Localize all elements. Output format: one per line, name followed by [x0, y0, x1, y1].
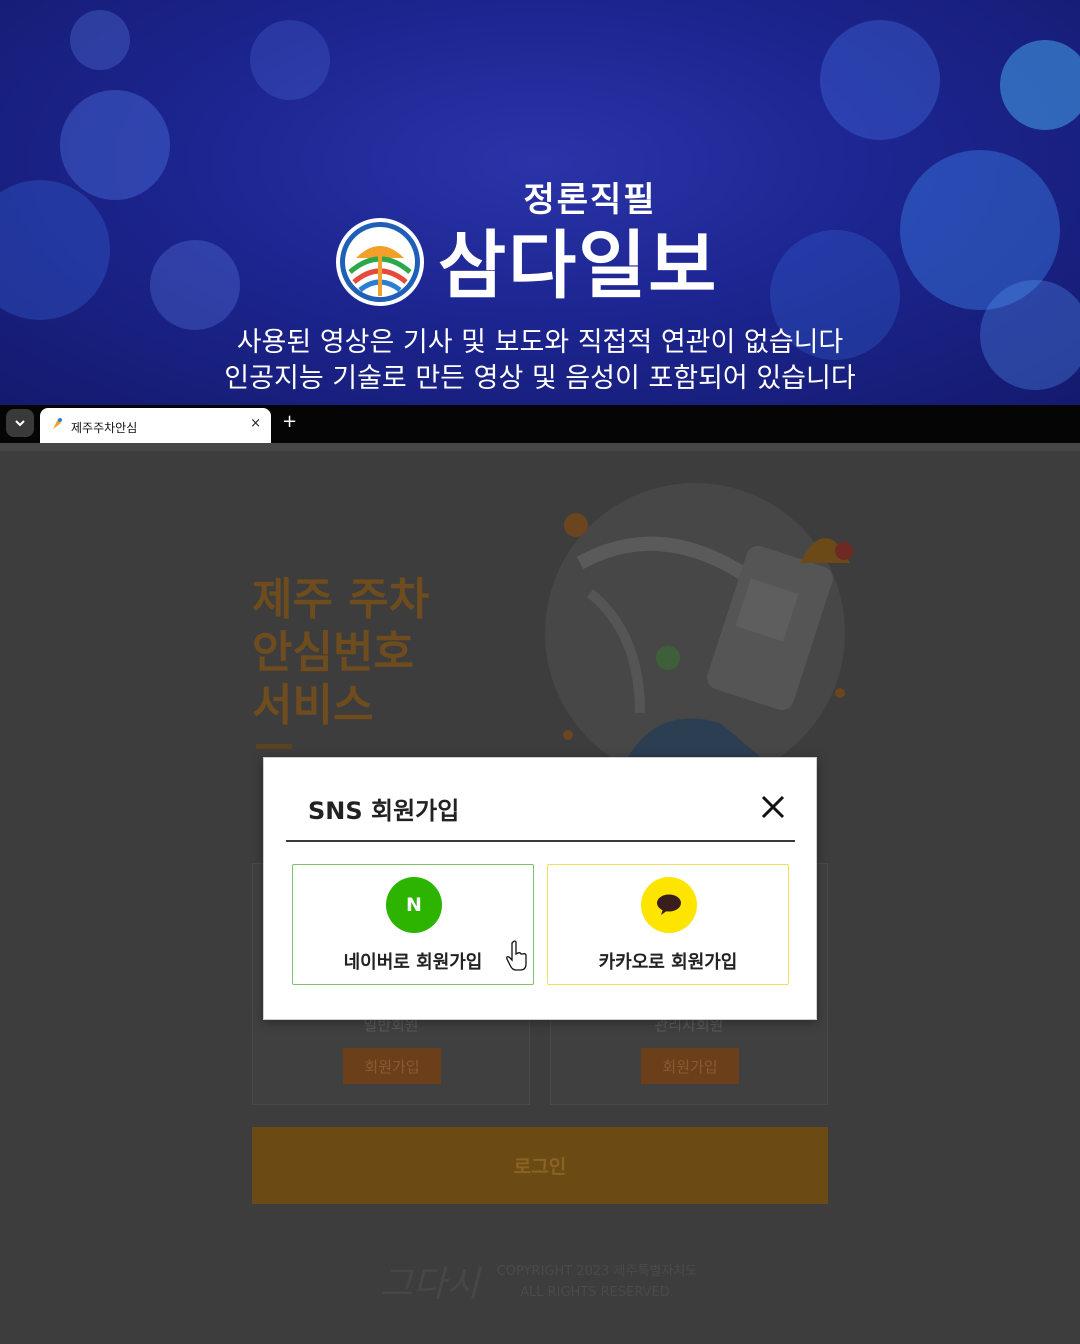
browser-tab-active[interactable]: 제주주차안심 ×: [40, 408, 271, 443]
kakao-signup-label: 카카오로 회원가입: [598, 952, 738, 973]
brand-name: 삼다일보: [438, 223, 719, 309]
parking-phone-illustration: [545, 483, 853, 773]
browser-tab-bar: 제주주차안심 × +: [0, 405, 1080, 443]
general-signup-button[interactable]: 회원가입: [343, 1048, 441, 1084]
bokeh-light: [1000, 40, 1080, 130]
footer-copyright-line: COPYRIGHT 2023 제주특별자치도: [496, 1264, 698, 1279]
kakao-logo-icon: [641, 877, 697, 933]
new-tab-button[interactable]: +: [282, 411, 297, 432]
admin-signup-button[interactable]: 회원가입: [641, 1048, 739, 1084]
modal-divider: [286, 840, 795, 842]
naver-signup-button[interactable]: N 네이버로 회원가입: [292, 864, 534, 985]
news-banner: 정론직필 삼다일보 사용된 영상은 기사 및 보도와 직접적 연관이 없습니다 …: [0, 0, 1080, 405]
bokeh-light: [250, 20, 330, 100]
news-emblem-icon: [336, 218, 424, 306]
header-strip: [0, 443, 1080, 451]
bokeh-light: [70, 10, 130, 70]
naver-signup-label: 네이버로 회원가입: [343, 952, 483, 973]
hand-pointer-cursor-icon: [506, 940, 527, 971]
close-icon[interactable]: [760, 794, 786, 820]
hero-title-line: 제주 주차: [252, 574, 430, 625]
bokeh-light: [60, 90, 170, 200]
tab-list-button[interactable]: [6, 409, 34, 437]
hero-title: 제주 주차 안심번호 서비스: [252, 573, 429, 732]
footer-copyright-line: ALL RIGHTS RESERVED.: [520, 1285, 674, 1300]
site-favicon-icon: [53, 418, 62, 429]
hero-underline: [256, 744, 292, 749]
hero-title-line: 서비스: [252, 680, 374, 731]
bokeh-light: [150, 240, 240, 330]
naver-logo-icon: N: [386, 877, 442, 933]
bokeh-light: [820, 20, 940, 140]
disclaimer-line-2: 인공지능 기술로 만든 영상 및 음성이 포함되어 있습니다: [224, 363, 856, 394]
tab-close-button[interactable]: ×: [250, 416, 261, 431]
chevron-down-icon: [15, 420, 25, 427]
login-button[interactable]: 로그인: [252, 1127, 828, 1204]
disclaimer-line-1: 사용된 영상은 기사 및 보도와 직접적 연관이 없습니다: [236, 327, 844, 358]
speech-bubble-icon: [657, 894, 681, 915]
hero-title-line: 안심번호: [252, 627, 414, 678]
tab-title: 제주주차안심: [71, 421, 138, 435]
footer-copyright: COPYRIGHT 2023 제주특별자치도 ALL RIGHTS RESERV…: [487, 1261, 707, 1303]
modal-title: SNS 회원가입: [308, 797, 460, 825]
sns-signup-modal: SNS 회원가입 N 네이버로 회원가입 카카오로 회원가입: [263, 757, 817, 1020]
kakao-signup-button[interactable]: 카카오로 회원가입: [547, 864, 789, 985]
bokeh-light: [0, 180, 110, 320]
footer-logo: 그다시: [380, 1264, 480, 1305]
